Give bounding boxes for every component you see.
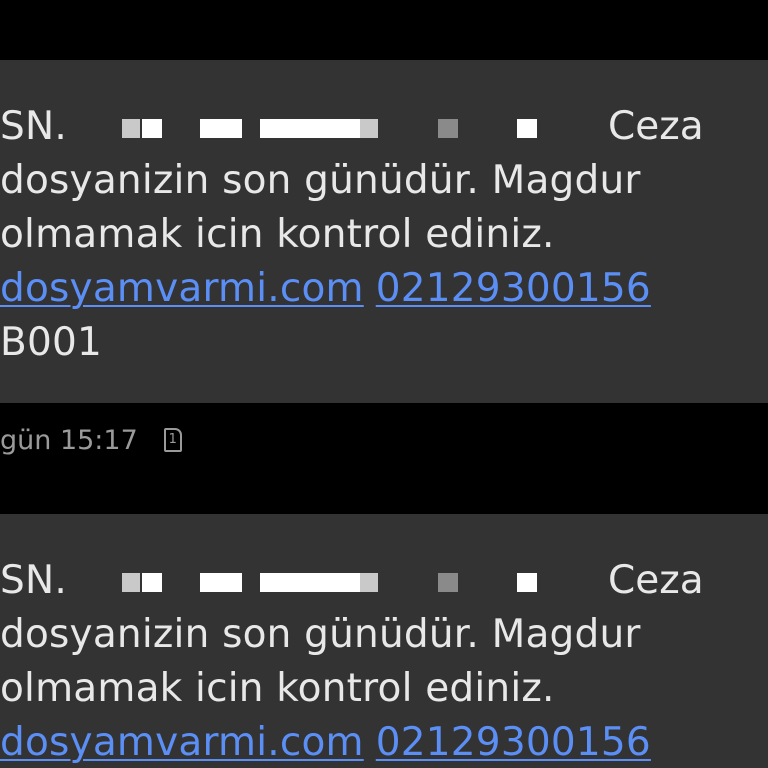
message-links-line: dosyamvarmi.com 02129300156 — [0, 716, 651, 768]
message-bubble[interactable]: SN. Ceza dosyanizin son günüdür. Magdur … — [0, 514, 768, 768]
message-bubble[interactable]: SN. Ceza dosyanizin son günüdür. Magdur … — [0, 60, 768, 403]
message-line: olmamak icin kontrol ediniz. — [0, 666, 555, 711]
message-links-line: dosyamvarmi.com 02129300156 — [0, 262, 651, 316]
message-prefix: SN. — [0, 558, 67, 603]
message-prefix: SN. — [0, 104, 67, 149]
message-meta: gün 15:17 1 — [0, 418, 182, 462]
url-link[interactable]: dosyamvarmi.com — [0, 266, 364, 311]
message-line: olmamak icin kontrol ediniz. — [0, 212, 555, 257]
message-word: Ceza — [608, 104, 704, 149]
url-link[interactable]: dosyamvarmi.com — [0, 720, 364, 765]
message-code: B001 — [0, 320, 102, 365]
message-line: dosyanizin son günüdür. Magdur — [0, 158, 641, 203]
message-timestamp: gün 15:17 — [0, 424, 138, 456]
phone-link[interactable]: 02129300156 — [376, 720, 651, 765]
message-word: Ceza — [608, 558, 704, 603]
message-line: dosyanizin son günüdür. Magdur — [0, 612, 641, 657]
sim-card-icon: 1 — [163, 428, 182, 452]
message-thread: SN. Ceza dosyanizin son günüdür. Magdur … — [0, 0, 768, 768]
phone-link[interactable]: 02129300156 — [376, 266, 651, 311]
